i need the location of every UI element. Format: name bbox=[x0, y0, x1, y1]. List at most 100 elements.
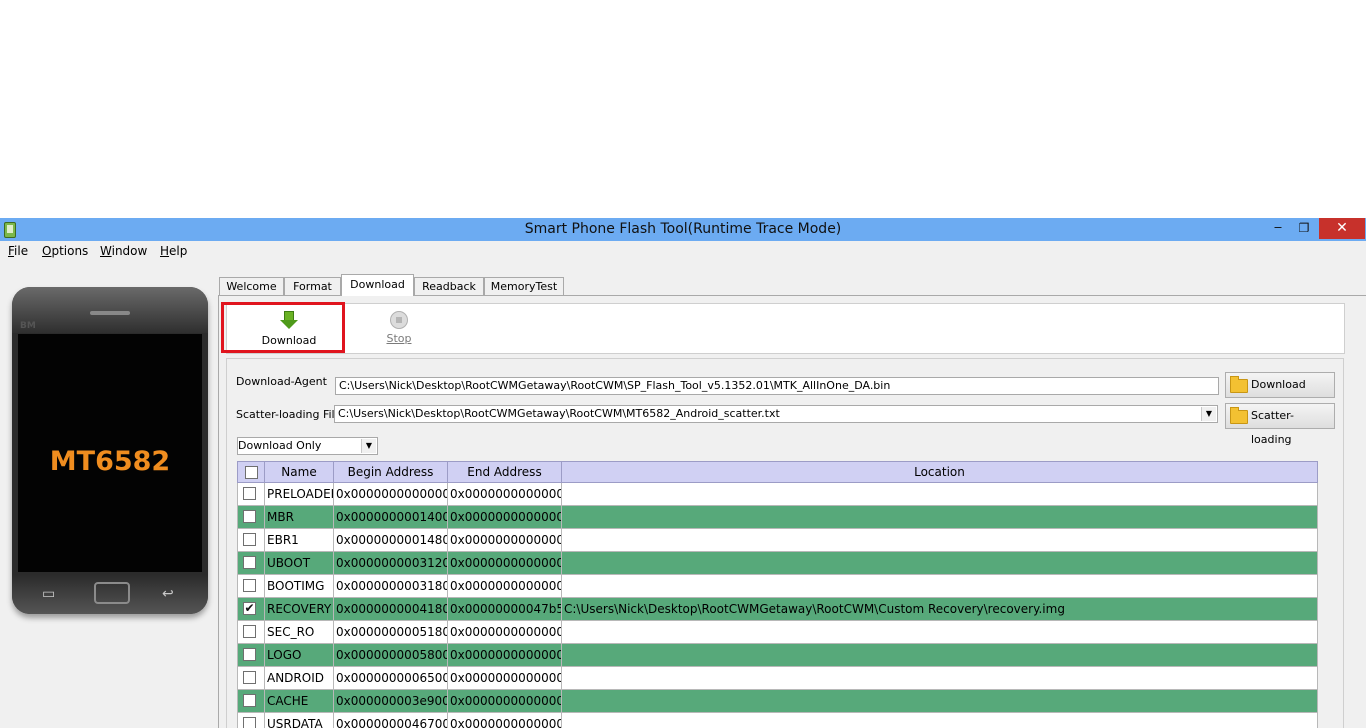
column-header-location[interactable]: Location bbox=[562, 462, 1317, 482]
column-header-name[interactable]: Name bbox=[265, 462, 334, 482]
cell-location bbox=[562, 690, 1317, 712]
cell-location bbox=[562, 667, 1317, 689]
tab-format[interactable]: Format bbox=[284, 277, 341, 295]
phone-screen: MT6582 bbox=[18, 334, 202, 572]
row-checkbox[interactable] bbox=[243, 510, 256, 523]
row-checkbox[interactable] bbox=[243, 648, 256, 661]
folder-icon bbox=[1230, 407, 1248, 424]
row-checkbox[interactable] bbox=[243, 487, 256, 500]
row-checkbox[interactable] bbox=[243, 625, 256, 638]
table-row[interactable]: UBOOT0x00000000031200000x000000000000000… bbox=[237, 552, 1318, 575]
cell-name: EBR1 bbox=[265, 529, 334, 551]
download-settings: Download-Agent C:\Users\Nick\Desktop\Roo… bbox=[226, 358, 1344, 728]
cell-end: 0x0000000000000000 bbox=[448, 621, 562, 643]
download-agent-button[interactable]: Download Agent bbox=[1225, 372, 1335, 415]
table-row[interactable]: USRDATA0x00000000467000000x0000000000000… bbox=[237, 713, 1318, 728]
menu-key-icon: ▭ bbox=[42, 586, 56, 602]
table-row[interactable]: MBR0x00000000014000000x0000000000000000 bbox=[237, 506, 1318, 529]
row-checkbox[interactable] bbox=[243, 556, 256, 569]
restore-button[interactable]: ❐ bbox=[1291, 218, 1317, 239]
cell-end: 0x0000000000000000 bbox=[448, 529, 562, 551]
cell-name: MBR bbox=[265, 506, 334, 528]
scatter-loading-path[interactable]: C:\Users\Nick\Desktop\RootCWMGetaway\Roo… bbox=[334, 405, 1218, 423]
scatter-loading-button[interactable]: Scatter-loading bbox=[1225, 403, 1335, 446]
menu-bar: File Options Window Help bbox=[0, 241, 1366, 262]
menu-window[interactable]: Window bbox=[100, 244, 147, 258]
select-all-checkbox[interactable] bbox=[245, 466, 258, 479]
table-row[interactable]: EBR10x00000000014800000x0000000000000000 bbox=[237, 529, 1318, 552]
download-agent-path[interactable]: C:\Users\Nick\Desktop\RootCWMGetaway\Roo… bbox=[335, 377, 1219, 395]
row-checkbox-cell bbox=[238, 529, 265, 551]
app-window: Smart Phone Flash Tool(Runtime Trace Mod… bbox=[0, 218, 1366, 728]
table-row[interactable]: CACHE0x000000003e9000000x000000000000000… bbox=[237, 690, 1318, 713]
column-header-end-address[interactable]: End Address bbox=[448, 462, 562, 482]
tab-download[interactable]: Download bbox=[341, 274, 414, 296]
cell-name: PRELOADER bbox=[265, 483, 334, 505]
menu-options[interactable]: Options bbox=[42, 244, 88, 258]
column-header-begin-address[interactable]: Begin Address bbox=[334, 462, 448, 482]
cell-begin: 0x0000000003120000 bbox=[334, 552, 448, 574]
row-checkbox[interactable] bbox=[243, 671, 256, 684]
row-checkbox[interactable] bbox=[243, 694, 256, 707]
download-highlight-box bbox=[221, 302, 345, 353]
menu-label: ile bbox=[14, 244, 29, 258]
scatter-loading-path-text: C:\Users\Nick\Desktop\RootCWMGetaway\Roo… bbox=[338, 407, 780, 420]
row-checkbox[interactable] bbox=[243, 579, 256, 592]
table-row[interactable]: SEC_RO0x00000000051800000x00000000000000… bbox=[237, 621, 1318, 644]
tab-memorytest[interactable]: MemoryTest bbox=[484, 277, 564, 295]
cell-end: 0x0000000000000000 bbox=[448, 575, 562, 597]
title-bar[interactable]: Smart Phone Flash Tool(Runtime Trace Mod… bbox=[0, 218, 1366, 241]
cell-begin: 0x0000000046700000 bbox=[334, 713, 448, 728]
cell-location bbox=[562, 575, 1317, 597]
row-checkbox[interactable] bbox=[243, 717, 256, 728]
close-button[interactable]: ✕ bbox=[1319, 218, 1365, 239]
table-row[interactable]: ANDROID0x00000000065000000x0000000000000… bbox=[237, 667, 1318, 690]
phone-brand: BM bbox=[20, 321, 36, 331]
cell-location: C:\Users\Nick\Desktop\RootCWMGetaway\Roo… bbox=[564, 602, 1065, 616]
cell-begin: 0x0000000006500000 bbox=[334, 667, 448, 689]
row-checkbox-cell: ✔ bbox=[238, 598, 265, 620]
minimize-button[interactable]: ‒ bbox=[1265, 218, 1291, 239]
mode-select[interactable]: Download Only ▼ bbox=[237, 437, 378, 455]
table-row[interactable]: PRELOADER0x00000000000000000x00000000000… bbox=[237, 483, 1318, 506]
cell-location bbox=[562, 529, 1317, 551]
row-checkbox-cell bbox=[238, 506, 265, 528]
cell-begin: 0x0000000000000000 bbox=[334, 483, 448, 505]
cell-name: ANDROID bbox=[265, 667, 334, 689]
chevron-down-icon[interactable]: ▼ bbox=[1201, 407, 1216, 421]
phone-speaker bbox=[90, 311, 130, 315]
chevron-down-icon[interactable]: ▼ bbox=[361, 439, 376, 453]
row-checkbox-cell bbox=[238, 552, 265, 574]
menu-accelerator: W bbox=[100, 244, 112, 258]
table-row[interactable]: LOGO0x00000000058000000x0000000000000000 bbox=[237, 644, 1318, 667]
cell-begin: 0x0000000005800000 bbox=[334, 644, 448, 666]
phone-top-bezel: BM bbox=[12, 287, 208, 333]
cell-location bbox=[562, 621, 1317, 643]
cell-name: UBOOT bbox=[265, 552, 334, 574]
scatter-loading-label: Scatter-loading File bbox=[236, 408, 342, 421]
menu-file[interactable]: File bbox=[8, 244, 28, 258]
table-row[interactable]: BOOTIMG0x00000000031800000x0000000000000… bbox=[237, 575, 1318, 598]
cell-name: CACHE bbox=[265, 690, 334, 712]
toolbar: Download Stop bbox=[226, 303, 1345, 354]
menu-help[interactable]: Help bbox=[160, 244, 187, 258]
cell-end: 0x0000000000000000 bbox=[448, 552, 562, 574]
cell-location bbox=[562, 552, 1317, 574]
row-checkbox[interactable]: ✔ bbox=[243, 602, 256, 615]
download-agent-label: Download-Agent bbox=[236, 375, 327, 388]
cell-location bbox=[562, 713, 1317, 728]
stop-button-label: Stop bbox=[386, 332, 412, 345]
select-all-cell bbox=[238, 462, 265, 482]
stop-button[interactable]: Stop bbox=[367, 304, 431, 345]
scatter-loading-button-label: Scatter-loading bbox=[1251, 409, 1294, 446]
window-title: Smart Phone Flash Tool(Runtime Trace Mod… bbox=[524, 221, 842, 237]
row-checkbox[interactable] bbox=[243, 533, 256, 546]
table-row[interactable]: ✔ RECOVERY0x00000000041800000x00000000047… bbox=[237, 598, 1318, 621]
mode-select-value: Download Only bbox=[238, 439, 322, 452]
phone-model-label: MT6582 bbox=[49, 446, 171, 477]
cell-begin: 0x000000003e900000 bbox=[334, 690, 448, 712]
cell-end: 0x0000000000000000 bbox=[448, 644, 562, 666]
cell-location bbox=[562, 644, 1317, 666]
tab-welcome[interactable]: Welcome bbox=[219, 277, 284, 295]
tab-readback[interactable]: Readback bbox=[414, 277, 484, 295]
